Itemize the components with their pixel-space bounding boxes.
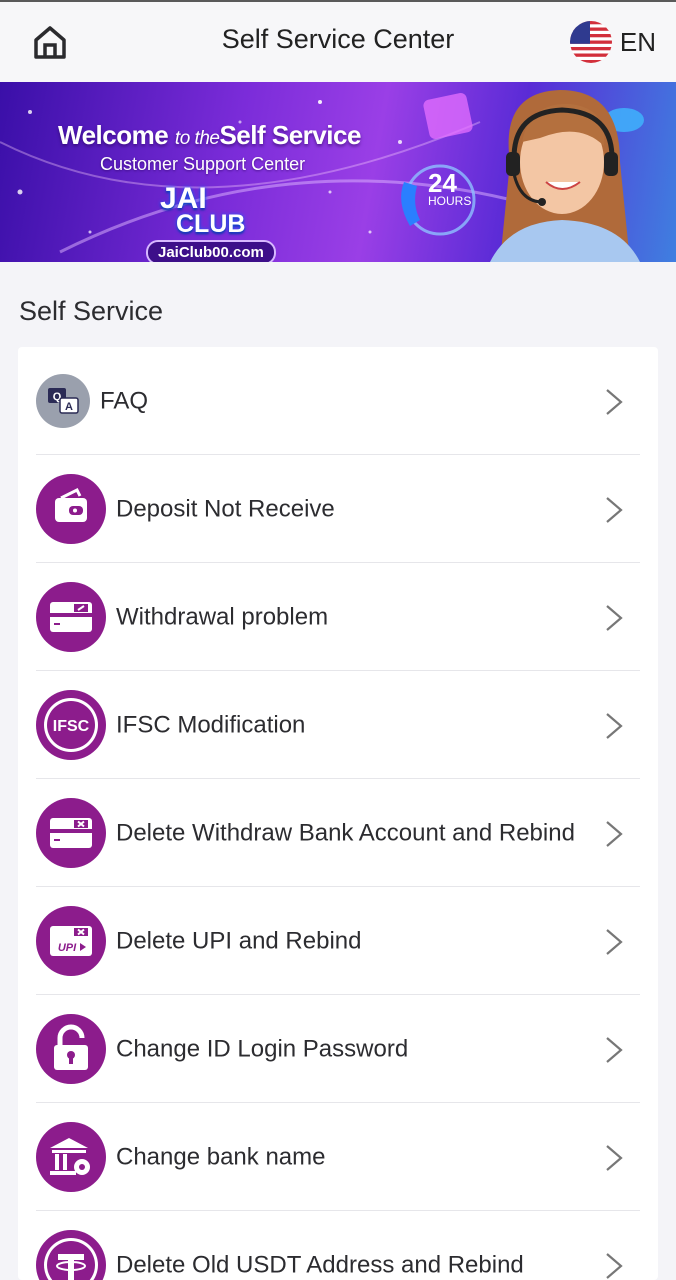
svg-text:IFSC: IFSC: [53, 718, 90, 735]
svg-text:UPI: UPI: [58, 942, 77, 954]
chevron-right-icon: [606, 389, 623, 415]
chevron-right-icon: [606, 1037, 623, 1063]
list-item-delete-upi[interactable]: UPI Delete UPI and Rebind: [36, 887, 640, 995]
card-delete-icon: [36, 798, 106, 868]
svg-text:A: A: [65, 401, 73, 413]
list-item-label: Delete Withdraw Bank Account and Rebind: [116, 819, 575, 846]
welcome-banner: Welcome to theSelf Service Customer Supp…: [0, 82, 676, 262]
list-item-change-password[interactable]: Change ID Login Password: [36, 995, 640, 1103]
list-item-label: Change ID Login Password: [116, 1035, 409, 1062]
chevron-right-icon: [606, 929, 623, 955]
list-item-label: FAQ: [100, 387, 149, 414]
list-item-label: Delete Old USDT Address and Rebind: [116, 1251, 524, 1279]
banner-subtitle: Customer Support Center: [100, 154, 306, 174]
bank-icon: [36, 1122, 106, 1192]
welcome-mid: to the: [174, 128, 220, 149]
logo-club-text: CLUB: [176, 210, 246, 238]
header-bar: Self Service Center EN: [0, 0, 676, 82]
list-item-label: IFSC Modification: [116, 711, 306, 738]
section-title: Self Service: [19, 296, 164, 326]
chevron-right-icon: [606, 1253, 623, 1279]
hours-label: HOURS: [428, 194, 472, 208]
wallet-icon: [36, 474, 106, 544]
list-item-ifsc-modification[interactable]: IFSC IFSC Modification: [36, 671, 640, 779]
list-item-delete-usdt[interactable]: Delete Old USDT Address and Rebind: [36, 1211, 640, 1280]
list-item-deposit-not-receive[interactable]: Deposit Not Receive: [36, 455, 640, 563]
faq-icon: Q A: [36, 374, 90, 428]
list-item-label: Change bank name: [116, 1143, 326, 1170]
chevron-right-icon: [606, 605, 623, 631]
list-item-withdrawal-problem[interactable]: Withdrawal problem: [36, 563, 640, 671]
chevron-right-icon: [606, 497, 623, 523]
us-flag-icon: [569, 21, 612, 63]
list-item-label: Delete UPI and Rebind: [116, 927, 362, 954]
support-agent-image: [490, 90, 640, 262]
chevron-right-icon: [606, 821, 623, 847]
usdt-icon: [36, 1230, 106, 1280]
list-item-change-bank-name[interactable]: Change bank name: [36, 1103, 640, 1211]
card-withdraw-icon: [36, 582, 106, 652]
welcome-prefix: Welcome: [58, 120, 169, 150]
chevron-right-icon: [606, 713, 623, 739]
list-item-label: Deposit Not Receive: [116, 495, 335, 522]
welcome-suffix: Self Service: [219, 120, 361, 150]
language-selector[interactable]: EN: [569, 20, 656, 64]
list-item-faq[interactable]: Q A FAQ: [36, 347, 640, 455]
ifsc-icon: IFSC: [36, 690, 106, 760]
list-item-delete-bank-account[interactable]: Delete Withdraw Bank Account and Rebind: [36, 779, 640, 887]
upi-delete-icon: UPI: [36, 906, 106, 976]
banner-welcome-text: Welcome to theSelf Service: [58, 120, 361, 151]
list-item-label: Withdrawal problem: [116, 603, 329, 630]
language-label: EN: [619, 26, 656, 57]
chevron-right-icon: [606, 1145, 623, 1171]
banner-url: JaiClub00.com: [146, 240, 276, 262]
lock-icon: [36, 1014, 106, 1084]
self-service-list: Q A FAQ Deposit Not Receive Withdrawal p…: [18, 347, 658, 1280]
